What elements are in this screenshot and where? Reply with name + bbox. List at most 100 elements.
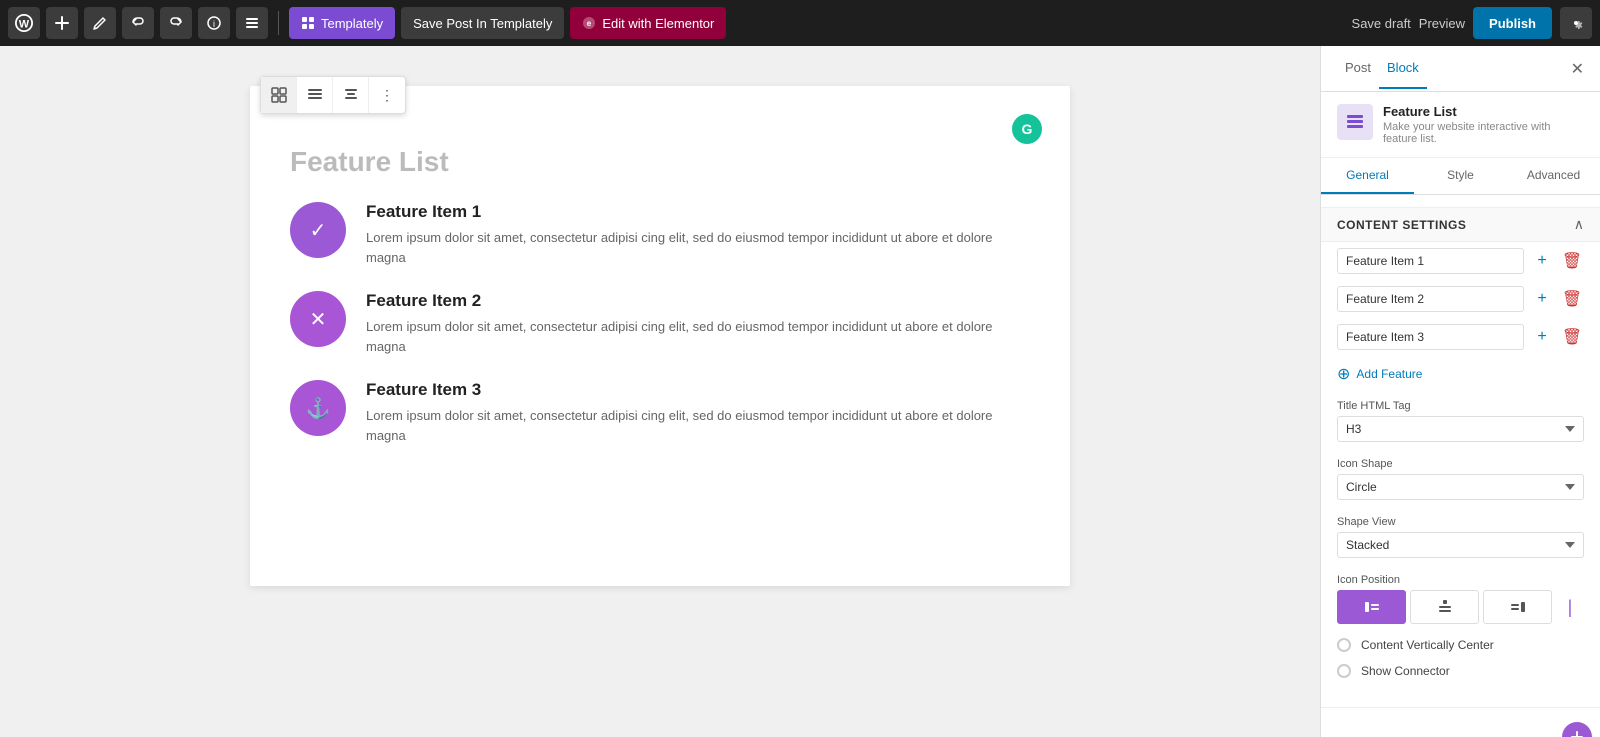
- sidebar-subtabs: General Style Advanced: [1321, 158, 1600, 195]
- title-html-tag-group: Title HTML Tag H3 H1 H2 H4 H5 H6: [1321, 392, 1600, 450]
- feature-content-2: Feature Item 2 Lorem ipsum dolor sit ame…: [366, 291, 1030, 356]
- add-feature-button[interactable]: ⊕ Add Feature: [1321, 356, 1600, 392]
- content-settings-title: Content Settings: [1337, 218, 1466, 232]
- add-block-button[interactable]: [46, 7, 78, 39]
- save-post-label: Save Post In Templately: [413, 16, 552, 31]
- elementor-label: Edit with Elementor: [602, 16, 714, 31]
- feature-row-1: + 🗑: [1321, 242, 1600, 280]
- more-options-button[interactable]: ⋮: [369, 77, 405, 113]
- block-toolbar: ⋮: [260, 76, 406, 114]
- feature-item-add-3[interactable]: +: [1530, 325, 1554, 349]
- save-draft-label: Save draft: [1352, 16, 1411, 31]
- feature-row-2: + 🗑: [1321, 280, 1600, 318]
- redo-button[interactable]: [160, 7, 192, 39]
- content-vertically-center-row: Content Vertically Center: [1321, 632, 1600, 658]
- sidebar-close-button[interactable]: ✕: [1571, 59, 1584, 79]
- publish-button[interactable]: Publish: [1473, 7, 1552, 39]
- show-connector-row: Show Connector: [1321, 658, 1600, 684]
- info-button[interactable]: i: [198, 7, 230, 39]
- shape-view-select[interactable]: Stacked Framed Default: [1337, 532, 1584, 558]
- tab-block[interactable]: Block: [1379, 48, 1427, 89]
- content-settings-header[interactable]: Content Settings ∧: [1321, 207, 1600, 242]
- settings-button[interactable]: [1560, 7, 1592, 39]
- publish-label: Publish: [1489, 16, 1536, 31]
- feature-item-input-1[interactable]: [1337, 248, 1524, 274]
- position-left-button[interactable]: [1337, 590, 1406, 624]
- subtab-style[interactable]: Style: [1414, 158, 1507, 194]
- align-center-button[interactable]: [333, 77, 369, 113]
- feature-item-remove-1[interactable]: 🗑: [1560, 249, 1584, 273]
- svg-text:i: i: [213, 19, 215, 29]
- icon-position-group: Icon Position |: [1321, 566, 1600, 632]
- save-draft-button[interactable]: Save draft: [1352, 16, 1411, 31]
- position-right-button[interactable]: [1483, 590, 1552, 624]
- feature-item-add-2[interactable]: +: [1530, 287, 1554, 311]
- feature-item-3: ⚓ Feature Item 3 Lorem ipsum dolor sit a…: [290, 380, 1030, 445]
- wp-logo[interactable]: W: [8, 7, 40, 39]
- block-info-title: Feature List: [1383, 104, 1584, 119]
- feature-item-remove-3[interactable]: 🗑: [1560, 325, 1584, 349]
- topbar: W i Templately Save Post In Templately e…: [0, 0, 1600, 46]
- content-vertically-center-toggle[interactable]: [1337, 638, 1351, 652]
- grammarly-icon: G: [1012, 114, 1042, 144]
- feature-icon-1: ✓: [290, 202, 346, 258]
- edit-icon-button[interactable]: [84, 7, 116, 39]
- feature-item-input-2[interactable]: [1337, 286, 1524, 312]
- feature-item-add-1[interactable]: +: [1530, 249, 1554, 273]
- shape-view-group: Shape View Stacked Framed Default: [1321, 508, 1600, 566]
- title-html-tag-label: Title HTML Tag: [1337, 400, 1584, 412]
- feature-item-title-2: Feature Item 2: [366, 291, 1030, 311]
- templately-button[interactable]: Templately: [289, 7, 395, 39]
- feature-content-1: Feature Item 1 Lorem ipsum dolor sit ame…: [366, 202, 1030, 267]
- feature-item-title-3: Feature Item 3: [366, 380, 1030, 400]
- purple-bottom-icon[interactable]: [1562, 722, 1592, 737]
- topbar-right: Save draft Preview Publish: [1352, 7, 1592, 39]
- elementor-button[interactable]: e Edit with Elementor: [570, 7, 726, 39]
- block-info-desc: Make your website interactive with featu…: [1383, 121, 1584, 145]
- feature-item-desc-2: Lorem ipsum dolor sit amet, consectetur …: [366, 317, 1030, 356]
- save-post-button[interactable]: Save Post In Templately: [401, 7, 564, 39]
- cursor-indicator: |: [1556, 590, 1584, 624]
- feature-row-3: + 🗑: [1321, 318, 1600, 356]
- feature-icon-3: ⚓: [290, 380, 346, 436]
- shape-view-label: Shape View: [1337, 516, 1584, 528]
- block-icon: [1337, 104, 1373, 140]
- sidebar-header: Post Block ✕: [1321, 46, 1600, 92]
- content-vertically-center-label: Content Vertically Center: [1361, 638, 1494, 652]
- feature-item: ✓ Feature Item 1 Lorem ipsum dolor sit a…: [290, 202, 1030, 267]
- tab-post[interactable]: Post: [1337, 48, 1379, 89]
- feature-item-remove-2[interactable]: 🗑: [1560, 287, 1584, 311]
- block-type-button[interactable]: [261, 77, 297, 113]
- icon-shape-select[interactable]: Circle Square: [1337, 474, 1584, 500]
- subtab-advanced[interactable]: Advanced: [1507, 158, 1600, 194]
- list-view-button[interactable]: [236, 7, 268, 39]
- undo-button[interactable]: [122, 7, 154, 39]
- feature-item-2: ✕ Feature Item 2 Lorem ipsum dolor sit a…: [290, 291, 1030, 356]
- block-info-text: Feature List Make your website interacti…: [1383, 104, 1584, 145]
- feature-item-desc-1: Lorem ipsum dolor sit amet, consectetur …: [366, 228, 1030, 267]
- show-connector-toggle[interactable]: [1337, 664, 1351, 678]
- align-left-button[interactable]: [297, 77, 333, 113]
- svg-text:e: e: [587, 19, 592, 28]
- feature-item-input-3[interactable]: [1337, 324, 1524, 350]
- icon-shape-label: Icon Shape: [1337, 458, 1584, 470]
- add-feature-icon: ⊕: [1337, 364, 1350, 384]
- feature-item-title-1: Feature Item 1: [366, 202, 1030, 222]
- topbar-divider: [278, 11, 279, 35]
- add-feature-label: Add Feature: [1356, 367, 1422, 381]
- content-settings-toggle[interactable]: ∧: [1574, 216, 1584, 233]
- preview-label: Preview: [1419, 16, 1465, 31]
- sidebar-content: Content Settings ∧ + 🗑 + 🗑 + 🗑 ⊕: [1321, 195, 1600, 707]
- show-connector-label: Show Connector: [1361, 664, 1450, 678]
- position-center-button[interactable]: [1410, 590, 1479, 624]
- preview-button[interactable]: Preview: [1419, 16, 1465, 31]
- main-layout: ⋮ G Feature List ✓ Feature Item 1 Lorem …: [0, 46, 1600, 737]
- title-html-tag-select[interactable]: H3 H1 H2 H4 H5 H6: [1337, 416, 1584, 442]
- svg-text:W: W: [19, 19, 30, 31]
- subtab-general[interactable]: General: [1321, 158, 1414, 194]
- icon-position-label: Icon Position: [1337, 574, 1584, 586]
- block-info: Feature List Make your website interacti…: [1321, 92, 1600, 158]
- editor-canvas: ⋮ G Feature List ✓ Feature Item 1 Lorem …: [250, 86, 1070, 586]
- editor-area: ⋮ G Feature List ✓ Feature Item 1 Lorem …: [0, 46, 1320, 737]
- sidebar-footer: [1321, 707, 1600, 737]
